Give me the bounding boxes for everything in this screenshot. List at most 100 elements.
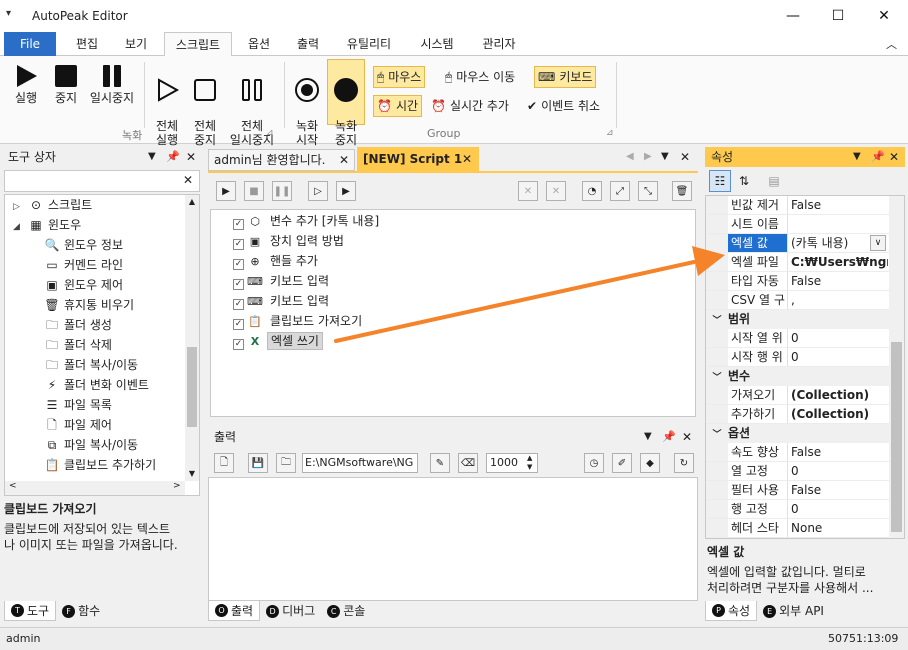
property-row[interactable]: 시트 이름 — [706, 215, 904, 234]
property-value[interactable]: 0 — [788, 348, 888, 366]
scrollbar-thumb[interactable] — [187, 347, 197, 427]
property-row[interactable]: 시작 열 위0 — [706, 329, 904, 348]
mouse-move-toggle[interactable]: 🖱 마우스 이동 — [442, 66, 518, 88]
line-checkbox[interactable]: ✓ — [233, 319, 244, 330]
collapse-category-icon[interactable]: ﹀ — [706, 312, 728, 329]
property-row[interactable]: 열 고정 0 — [706, 462, 904, 481]
property-value[interactable]: (Collection) — [788, 405, 888, 423]
toolbox-item[interactable]: 🗀 폴더 복사/이동 — [5, 355, 199, 375]
run-to-button[interactable]: ▶ — [336, 181, 356, 201]
pin-icon[interactable]: 📌 — [871, 147, 885, 167]
property-row[interactable]: 헤더 스타 None — [706, 519, 904, 538]
property-value[interactable]: 0 — [788, 329, 888, 347]
toolbox-hscrollbar[interactable]: < > — [5, 481, 185, 495]
delete-all-disabled-button[interactable]: ✕ — [546, 181, 566, 201]
record-start-button[interactable]: 녹화 시작 — [288, 60, 326, 147]
tab-admin[interactable]: 관리자 — [470, 32, 528, 56]
property-row[interactable]: 엑셀 값 (카톡 내용) ∨ — [706, 234, 904, 253]
toolbox-search-input[interactable] — [5, 171, 177, 191]
toolbox-item[interactable]: ▣ 윈도우 제어 — [5, 275, 199, 295]
event-cancel-toggle[interactable]: ✔ 이벤트 취소 — [524, 95, 603, 117]
tab-output-log[interactable]: O 출력 — [208, 601, 261, 621]
eraser-button[interactable]: ⌫ — [458, 453, 478, 473]
toolbox-item[interactable]: ⚡ 폴더 변화 이벤트 — [5, 375, 199, 395]
stop-button[interactable]: ■ — [244, 181, 264, 201]
script-line[interactable]: ✓ ⊕ 핸들 추가 — [233, 251, 695, 271]
close-icon[interactable]: ✕ — [889, 147, 899, 167]
delete-disabled-button[interactable]: ✕ — [518, 181, 538, 201]
pause-button[interactable]: ❚❚ — [272, 181, 292, 201]
property-row[interactable]: 엑셀 파일C:₩Users₩ngma — [706, 253, 904, 272]
tab-properties[interactable]: P 속성 — [705, 601, 758, 621]
property-category[interactable]: ﹀ 옵션 — [706, 424, 904, 443]
group-expand-icon[interactable]: ⊿ — [606, 128, 614, 138]
scroll-left-icon[interactable]: < — [9, 481, 17, 491]
dropdown-icon[interactable]: ▼ — [148, 147, 156, 167]
tab-debug[interactable]: D 디버그 — [260, 601, 321, 621]
pin-icon[interactable]: 📌 — [166, 147, 180, 167]
property-grid-scrollbar[interactable] — [889, 196, 904, 538]
toolbox-item[interactable]: 🗀 폴더 생성 — [5, 315, 199, 335]
dropdown-icon[interactable]: ▼ — [853, 147, 861, 167]
toolbox-item[interactable]: 🗑 휴지통 비우기 — [5, 295, 199, 315]
line-checkbox[interactable]: ✓ — [233, 239, 244, 250]
save-button[interactable]: 💾 — [248, 453, 268, 473]
dropdown-icon[interactable]: ▼ — [644, 427, 652, 447]
clear-search-icon[interactable]: ✕ — [183, 173, 193, 187]
property-row[interactable]: 속도 향상 False — [706, 443, 904, 462]
tab-list-icon[interactable]: ▼ — [661, 151, 669, 162]
line-checkbox[interactable]: ✓ — [233, 299, 244, 310]
toolbox-item[interactable]: 🔍 윈도우 정보 — [5, 235, 199, 255]
tab-external-api[interactable]: E 외부 API — [757, 601, 830, 621]
tab-file[interactable]: File — [4, 32, 56, 56]
property-row[interactable]: 가져오기 (Collection) — [706, 386, 904, 405]
pin-icon[interactable]: 📌 — [662, 427, 676, 447]
property-row[interactable]: 필터 사용 False — [706, 481, 904, 500]
script-line[interactable]: ✓ ▣ 장치 입력 방법 — [233, 231, 695, 251]
brush-button[interactable]: ✐ — [612, 453, 632, 473]
property-value[interactable]: None — [788, 519, 888, 537]
property-row[interactable]: CSV 열 구, — [706, 291, 904, 310]
record-stop-button[interactable]: 녹화 중지 — [327, 59, 365, 147]
toolbox-item[interactable]: ▷ ⊙ 스크립트 — [5, 195, 199, 215]
toolbox-item[interactable]: ▭ 커멘드 라인 — [5, 255, 199, 275]
toolbox-vscrollbar[interactable]: ▲ ▼ — [185, 195, 199, 481]
categorized-button[interactable]: ☷ — [709, 170, 731, 192]
step-button[interactable]: ▷ — [308, 181, 328, 201]
script-line[interactable]: ✓ ⬡ 변수 추가 [카톡 내용] — [233, 211, 695, 231]
property-value[interactable]: False — [788, 481, 888, 499]
line-count-stepper[interactable]: 1000 ▲ ▼ — [486, 453, 538, 473]
property-value[interactable]: , — [788, 291, 888, 309]
line-checkbox[interactable]: ✓ — [233, 279, 244, 290]
stepper-arrows-icon[interactable]: ▲ ▼ — [527, 454, 532, 472]
property-value[interactable] — [788, 215, 888, 233]
toolbox-item[interactable]: ☰ 파일 목록 — [5, 395, 199, 415]
run-all-button[interactable]: 전체 실행 — [148, 60, 186, 147]
tab-view[interactable]: 보기 — [112, 32, 160, 56]
open-folder-button[interactable]: 🗀 — [276, 453, 296, 473]
property-row[interactable]: 행 고정 0 — [706, 500, 904, 519]
property-value[interactable]: (Collection) — [788, 386, 888, 404]
close-tab-icon[interactable]: ✕ — [462, 147, 472, 171]
property-value[interactable]: 0 — [788, 462, 888, 480]
tab-utility[interactable]: 유틸리티 — [334, 32, 404, 56]
dropdown-arrow-icon[interactable]: ∨ — [870, 235, 886, 251]
close-tab-icon[interactable]: ✕ — [339, 150, 349, 170]
collapse-ribbon-icon[interactable]: ︿ — [886, 36, 897, 52]
tab-functions[interactable]: F 함수 — [56, 601, 106, 621]
property-row[interactable]: 추가하기 (Collection) — [706, 405, 904, 424]
script-line[interactable]: ✓ X 엑셀 쓰기 — [233, 331, 695, 351]
close-icon[interactable]: ✕ — [186, 147, 196, 167]
clean-button[interactable]: ✎ — [430, 453, 450, 473]
tab-output[interactable]: 출력 — [286, 32, 330, 56]
collapse-category-icon[interactable]: ﹀ — [706, 369, 728, 386]
toolbox-item[interactable]: ⧉ 파일 복사/이동 — [5, 435, 199, 455]
toolbox-item[interactable]: 🗋 파일 제어 — [5, 415, 199, 435]
app-menu-icon[interactable]: ▾ — [6, 8, 18, 22]
fill-button[interactable]: ◆ — [640, 453, 660, 473]
close-button[interactable]: ✕ — [861, 0, 907, 32]
line-checkbox[interactable]: ✓ — [233, 259, 244, 270]
tab-options[interactable]: 옵션 — [236, 32, 282, 56]
property-category[interactable]: ﹀ 범위 — [706, 310, 904, 329]
property-row[interactable]: 빈값 제거 False — [706, 196, 904, 215]
